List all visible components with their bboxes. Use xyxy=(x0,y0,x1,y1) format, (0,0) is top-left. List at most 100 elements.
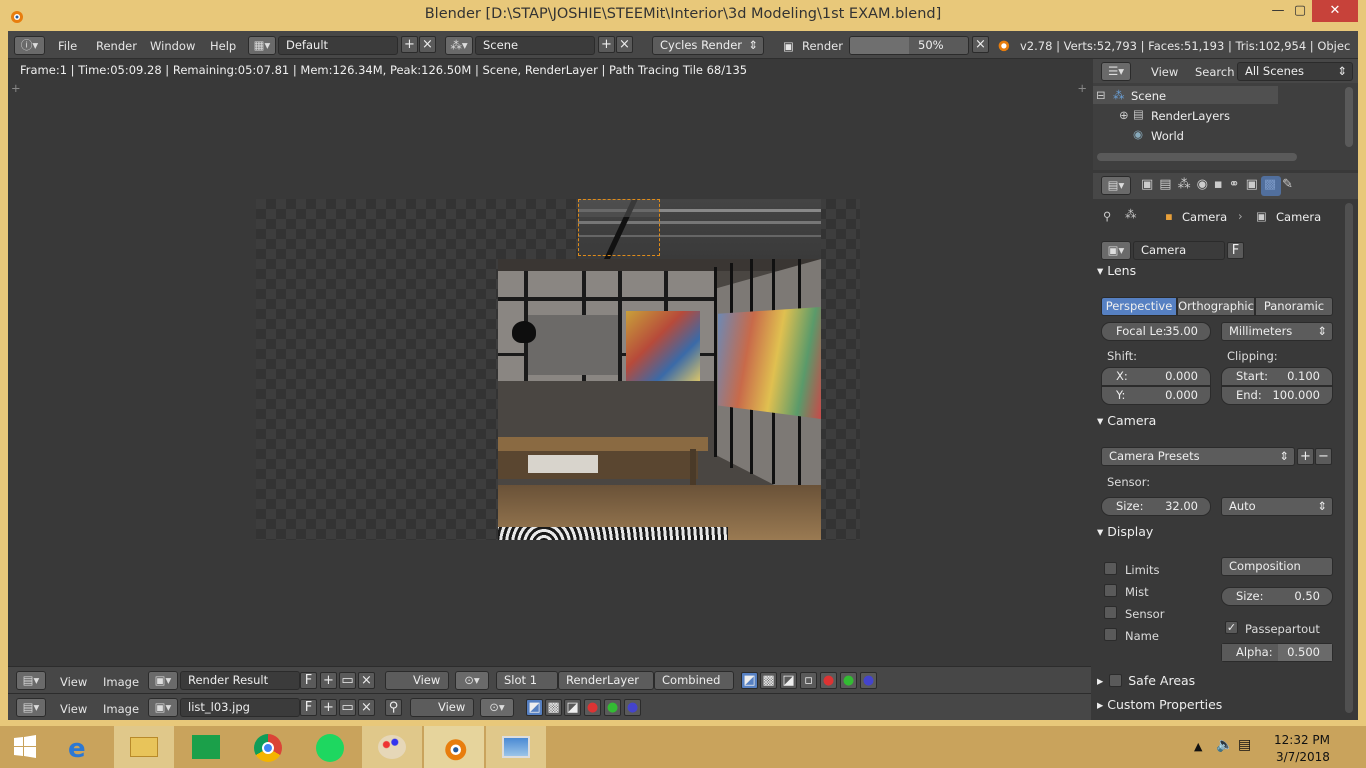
alpha-field[interactable]: Alpha: 0.500 xyxy=(1221,643,1333,662)
render-layer-select[interactable]: RenderLayer xyxy=(558,671,654,690)
scene-icon[interactable]: ⁂▾ xyxy=(445,36,473,55)
draw-rgb-icon[interactable]: ▩ xyxy=(760,672,777,689)
open-image-icon[interactable]: ▭ xyxy=(339,672,356,689)
orthographic-button[interactable]: Orthographic xyxy=(1177,297,1255,316)
add-scene-icon[interactable]: + xyxy=(598,36,615,53)
new-image-icon-2[interactable]: + xyxy=(320,699,337,716)
draw-rgb-alpha-icon[interactable]: ◩ xyxy=(741,672,758,689)
show-hidden-icons-icon[interactable]: ▲ xyxy=(1194,740,1202,753)
camera-browse-icon[interactable]: ▣▾ xyxy=(1101,241,1131,260)
collapse-icon[interactable]: ⊟ xyxy=(1096,88,1106,102)
green-channel-icon-2[interactable]: ● xyxy=(604,699,621,716)
passepartout-checkbox[interactable]: ✓ xyxy=(1225,621,1238,634)
draw-zbuffer-icon[interactable]: ▫ xyxy=(800,672,817,689)
draw-alpha-icon-2[interactable]: ◪ xyxy=(564,699,581,716)
menu-image[interactable]: Image xyxy=(103,675,139,689)
camera-panel-header[interactable]: ▾ Camera xyxy=(1097,410,1343,432)
image-browse-icon-2[interactable]: ▣▾ xyxy=(148,698,178,717)
corner-plus-icon[interactable]: + xyxy=(11,81,21,95)
blender-taskbar-button[interactable] xyxy=(424,726,484,768)
remove-preset-icon[interactable]: − xyxy=(1315,448,1332,465)
sensor-checkbox[interactable] xyxy=(1104,606,1117,619)
properties-context-tabs[interactable]: ▣▤⁂◉▪⚭▣▩✎ xyxy=(1141,177,1321,195)
render-engine-select[interactable]: Cycles Render ⇕ xyxy=(652,36,764,55)
properties-scrollbar[interactable] xyxy=(1345,203,1353,713)
blue-channel-icon-2[interactable]: ● xyxy=(624,699,641,716)
blue-channel-icon[interactable]: ● xyxy=(860,672,877,689)
outliner-type-icon[interactable]: ☰▾ xyxy=(1101,62,1131,81)
outliner-item-scene[interactable]: Scene xyxy=(1131,89,1166,103)
safe-areas-panel-header[interactable]: ▸ Safe Areas xyxy=(1097,670,1343,692)
pivot-icon-2[interactable]: ⊙▾ xyxy=(480,698,514,717)
explorer-taskbar-button[interactable] xyxy=(114,726,174,768)
outliner-hscrollbar[interactable] xyxy=(1097,153,1297,161)
photos-taskbar-button[interactable] xyxy=(486,726,546,768)
slot-select[interactable]: Slot 1 xyxy=(496,671,558,690)
sensor-size-field[interactable]: Size: 32.00 xyxy=(1101,497,1211,516)
volume-icon[interactable]: 🔈 xyxy=(1216,737,1233,753)
composition-guides-select[interactable]: Composition Gui… ⇕ xyxy=(1221,557,1333,576)
editor-type-icon-2[interactable]: ▤▾ xyxy=(16,698,46,717)
corner-plus-right-icon[interactable]: + xyxy=(1077,81,1087,95)
expand-icon[interactable]: ⊕ xyxy=(1119,108,1129,122)
start-button[interactable] xyxy=(0,726,50,768)
camera-fake-user-button[interactable]: F xyxy=(1227,242,1244,259)
outliner-filter-select[interactable]: All Scenes ⇕ xyxy=(1237,62,1353,81)
network-icon[interactable]: ▤ xyxy=(1238,737,1251,753)
custom-properties-panel-header[interactable]: ▸ Custom Properties xyxy=(1097,694,1343,716)
focal-length-field[interactable]: Focal Le: 35.00 xyxy=(1101,322,1211,341)
clock-date[interactable]: 3/7/2018 xyxy=(1276,750,1330,764)
red-channel-icon-2[interactable]: ● xyxy=(584,699,601,716)
add-preset-icon[interactable]: + xyxy=(1297,448,1314,465)
menu-file[interactable]: File xyxy=(58,39,77,53)
draw-rgb-icon-2[interactable]: ▩ xyxy=(545,699,562,716)
safe-areas-checkbox[interactable] xyxy=(1109,674,1123,687)
green-channel-icon[interactable]: ● xyxy=(840,672,857,689)
render-pass-select[interactable]: Combined xyxy=(654,671,734,690)
pivot-icon[interactable]: ⊙▾ xyxy=(455,671,489,690)
menu-render[interactable]: Render xyxy=(96,39,137,53)
limits-checkbox[interactable] xyxy=(1104,562,1117,575)
draw-rgb-alpha-icon-2[interactable]: ◩ xyxy=(526,699,543,716)
properties-type-icon[interactable]: ▤▾ xyxy=(1101,176,1131,195)
image-browse-icon[interactable]: ▣▾ xyxy=(148,671,178,690)
pin-icon[interactable]: ⚲ xyxy=(1103,209,1111,223)
outliner-item-renderlayers[interactable]: RenderLayers xyxy=(1151,109,1230,123)
menu-view-2[interactable]: View xyxy=(60,702,87,716)
fake-user-button-2[interactable]: F xyxy=(300,699,317,716)
unlink-image-icon[interactable]: × xyxy=(358,672,375,689)
clip-start-field[interactable]: Start: 0.100 xyxy=(1221,367,1333,386)
chrome-taskbar-button[interactable] xyxy=(238,726,298,768)
image-name-field[interactable]: Render Result xyxy=(180,671,300,690)
shift-y-field[interactable]: Y: 0.000 xyxy=(1101,386,1211,405)
outliner-vscrollbar[interactable] xyxy=(1345,87,1353,147)
outliner-menu-view[interactable]: View xyxy=(1151,65,1178,79)
paint-taskbar-button[interactable] xyxy=(362,726,422,768)
fake-user-button[interactable]: F xyxy=(300,672,317,689)
cancel-render-icon[interactable]: × xyxy=(972,36,989,53)
display-size-field[interactable]: Size: 0.50 xyxy=(1221,587,1333,606)
menu-image-2[interactable]: Image xyxy=(103,702,139,716)
view-mode-select-2[interactable]: View xyxy=(410,698,474,717)
clock-time[interactable]: 12:32 PM xyxy=(1274,733,1330,747)
pin-image-icon[interactable]: ⚲ xyxy=(385,699,402,716)
draw-alpha-icon[interactable]: ◪ xyxy=(780,672,797,689)
screen-layout-field[interactable]: Default xyxy=(278,36,398,55)
clip-end-field[interactable]: End: 100.000 xyxy=(1221,386,1333,405)
outliner-menu-search[interactable]: Search xyxy=(1195,65,1235,79)
spotify-taskbar-button[interactable] xyxy=(300,726,360,768)
scene-field[interactable]: Scene xyxy=(475,36,595,55)
image-editor-viewport[interactable]: Frame:1 | Time:05:09.28 | Remaining:05:0… xyxy=(8,59,1091,666)
remove-scene-icon[interactable]: × xyxy=(616,36,633,53)
sensor-fit-select[interactable]: Auto ⇕ xyxy=(1221,497,1333,516)
camera-datablock-field[interactable]: Camera xyxy=(1133,241,1225,260)
menu-help[interactable]: Help xyxy=(210,39,236,53)
shift-x-field[interactable]: X: 0.000 xyxy=(1101,367,1211,386)
ie-taskbar-button[interactable]: e xyxy=(52,726,112,768)
perspective-button[interactable]: Perspective xyxy=(1101,297,1177,316)
close-button[interactable]: ✕ xyxy=(1312,0,1358,22)
camera-presets-select[interactable]: Camera Presets ⇕ xyxy=(1101,447,1295,466)
name-checkbox[interactable] xyxy=(1104,628,1117,641)
camera-data-tab-active[interactable] xyxy=(1261,176,1281,196)
panoramic-button[interactable]: Panoramic xyxy=(1255,297,1333,316)
